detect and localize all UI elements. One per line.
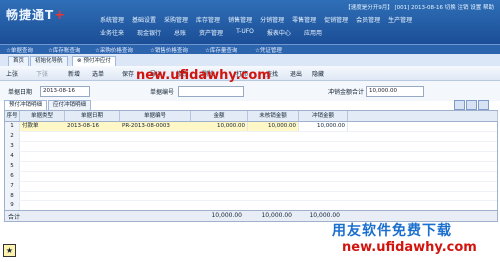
tab-close-icon[interactable]: ⊗	[77, 58, 82, 64]
detail-grid: 序号 单据类型 单据日期 单据编号 金额 未核销金额 冲销金额 1 付款单 20…	[4, 110, 498, 212]
shortcut-stock-ledger[interactable]: ☆库存账查询	[48, 46, 80, 54]
shortcut-purchase-price[interactable]: ☆采购价格查询	[95, 46, 133, 54]
row1-writeoff[interactable]: 10,000.00	[299, 122, 348, 131]
tab-prepay-offset[interactable]: ⊗ 预付冲应付	[72, 56, 116, 66]
menu-item-system[interactable]: 系统管理	[100, 15, 124, 24]
menu-item-ufo[interactable]: T-UFO	[236, 28, 254, 37]
watermark-top-url: new.ufidawhy.com	[136, 68, 271, 83]
row1-doc-code[interactable]: PR-2013-08-0003	[120, 122, 193, 131]
menu-item-apps[interactable]: 应用用	[304, 28, 322, 37]
shortcut-sales-price[interactable]: ☆销售价格查询	[150, 46, 188, 54]
row-seq: 5	[5, 162, 20, 171]
menu-item-reports[interactable]: 报表中心	[267, 28, 291, 37]
grid-line	[5, 141, 497, 142]
total-amount: 10,000.00	[211, 212, 242, 219]
exit-button[interactable]: 退出	[290, 69, 302, 78]
total-unverified: 10,000.00	[261, 212, 292, 219]
col-header-doc-code: 单据编号	[120, 111, 191, 122]
row1-doc-type[interactable]: 付款单	[20, 122, 67, 131]
row-seq: 6	[5, 172, 20, 181]
row1-amount[interactable]: 10,000.00	[191, 122, 248, 131]
select-button[interactable]: 选单	[92, 69, 104, 78]
menu-item-inventory[interactable]: 库存管理	[196, 15, 220, 24]
date-field[interactable]: 2013-08-16	[40, 86, 90, 97]
menu-item-retail[interactable]: 零售管理	[292, 15, 316, 24]
col-header-writeoff: 冲销金额	[299, 111, 348, 122]
row1-doc-date[interactable]: 2013-08-16	[65, 122, 122, 131]
next-button[interactable]: 下张	[36, 69, 48, 78]
copy-icon[interactable]	[454, 100, 465, 110]
save-button[interactable]: 保存	[122, 69, 134, 78]
main-menu-row1: 系统管理 基础设置 采购管理 库存管理 销售管理 分销管理 零售管理 促销管理 …	[100, 15, 412, 24]
grid-line	[5, 151, 497, 152]
col-header-doc-date: 单据日期	[65, 111, 120, 122]
code-label: 单据编号	[150, 89, 175, 96]
menu-item-production[interactable]: 生产管理	[388, 15, 412, 24]
row1-unverified[interactable]: 10,000.00	[248, 122, 299, 131]
main-menu-row2: 业务往来 现金银行 总账 资产管理 T-UFO 报表中心 应用用	[100, 28, 322, 37]
menu-item-member[interactable]: 会员管理	[356, 15, 380, 24]
menu-item-cash-bank[interactable]: 现金银行	[137, 28, 161, 37]
total-writeoff: 10,000.00	[309, 212, 340, 219]
shortcut-stock-qty[interactable]: ☆库存量查询	[205, 46, 237, 54]
grid-line	[5, 171, 497, 172]
menu-item-business[interactable]: 业务往来	[100, 28, 124, 37]
menu-item-assets[interactable]: 资产管理	[199, 28, 223, 37]
insert-row-icon[interactable]	[466, 100, 477, 110]
menu-item-basic[interactable]: 基础设置	[132, 15, 156, 24]
watermark-bottom-title: 用友软件免费下载	[332, 223, 452, 239]
tab-prepay-offset-label: 预付冲应付	[83, 58, 111, 64]
new-button[interactable]: 新增	[68, 69, 80, 78]
row-seq: 4	[5, 152, 20, 161]
hide-button[interactable]: 隐藏	[312, 69, 324, 78]
menu-item-purchase[interactable]: 采购管理	[164, 15, 188, 24]
row-seq: 7	[5, 182, 20, 191]
delete-row-icon[interactable]	[478, 100, 489, 110]
menu-item-promotion[interactable]: 促销管理	[324, 15, 348, 24]
grid-line	[5, 191, 497, 192]
app-logo: 畅捷通T+	[6, 6, 66, 23]
tab-init-guide[interactable]: 初始化导航	[30, 56, 68, 66]
row-seq: 3	[5, 142, 20, 151]
watermark-bottom-url: new.ufidawhy.com	[342, 240, 477, 255]
date-label: 单据日期	[8, 89, 33, 96]
grid-line	[5, 181, 497, 182]
logo-text: 畅捷通T	[6, 8, 55, 22]
menu-item-ledger[interactable]: 总账	[174, 28, 186, 37]
status-line: 【速度是分开9月】 [001] 2013-08-16 切换 注销 设置 帮助	[345, 5, 494, 11]
total-label: 合计	[8, 214, 21, 221]
star-icon[interactable]: ★	[3, 244, 16, 257]
row-seq: 9	[5, 201, 20, 210]
row-seq: 2	[5, 132, 20, 141]
amount-field: 10,000.00	[366, 86, 424, 97]
logo-plus: +	[54, 8, 67, 23]
menu-item-distribution[interactable]: 分销管理	[260, 15, 284, 24]
col-header-unverified: 未核销金额	[248, 111, 299, 122]
col-header-blank	[348, 111, 498, 122]
tab-home[interactable]: 首页	[8, 56, 30, 66]
shortcut-doc-query[interactable]: ☆单据查询	[6, 46, 33, 54]
code-field[interactable]	[178, 86, 244, 97]
row1-seq: 1	[5, 122, 20, 131]
amount-label: 冲销金额合计	[328, 89, 365, 96]
col-header-seq: 序号	[5, 111, 20, 122]
grid-line	[5, 161, 497, 162]
grid-line	[5, 131, 497, 132]
prev-button[interactable]: 上张	[6, 69, 18, 78]
col-header-doc-type: 单据类型	[20, 111, 65, 122]
menu-item-sales[interactable]: 销售管理	[228, 15, 252, 24]
shortcut-voucher[interactable]: ☆凭证管理	[255, 46, 282, 54]
col-header-amount: 金额	[191, 111, 248, 122]
grid-line	[5, 200, 497, 201]
